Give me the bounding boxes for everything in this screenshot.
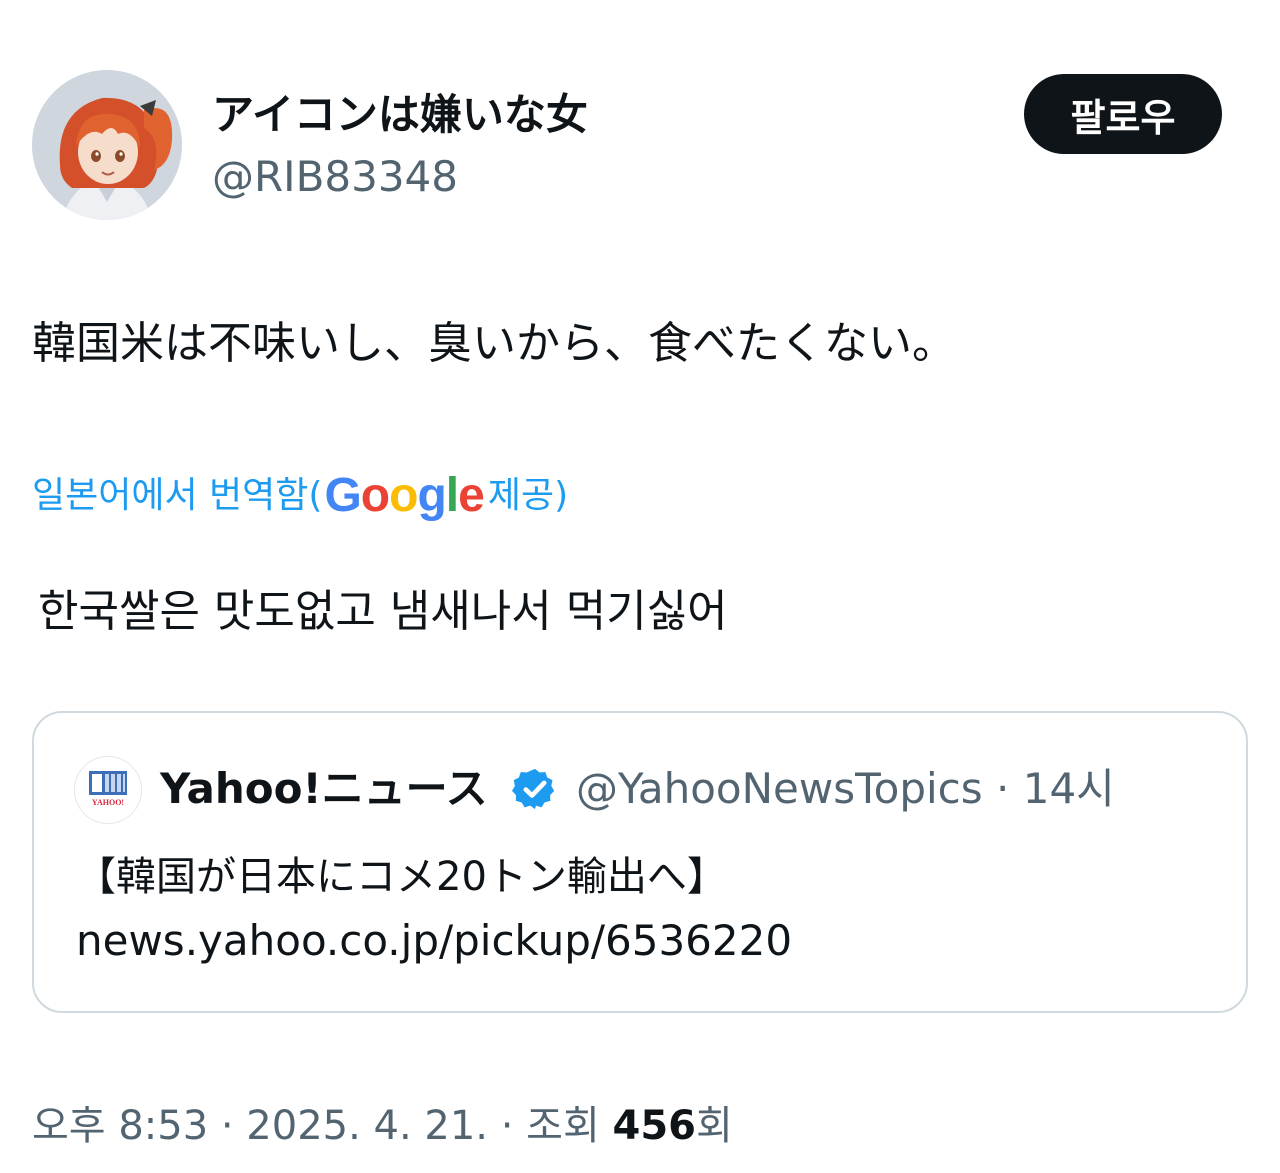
quoted-tweet-link[interactable]: news.yahoo.co.jp/pickup/6536220 (76, 912, 792, 970)
translated-text: 한국쌀은 맛도없고 냄새나서 먹기싫어 (38, 586, 728, 637)
tweet-time[interactable]: 오후 8:53 (32, 1103, 208, 1149)
footer-separator: · (500, 1103, 514, 1149)
views-suffix: 회 (696, 1103, 733, 1149)
meta-separator: · (996, 764, 1010, 813)
quoted-tweet-meta: @YahooNewsTopics · 14시 (576, 762, 1115, 816)
google-logo-letter: g (417, 469, 446, 522)
yahoo-avatar-text: YAHOO! (92, 798, 124, 807)
anime-character-avatar-icon (32, 70, 182, 220)
tweet-date[interactable]: 2025. 4. 21. (246, 1103, 488, 1149)
footer-separator: · (220, 1103, 234, 1149)
quoted-tweet-name[interactable]: Yahoo!ニュース (160, 762, 488, 816)
google-logo: Google (324, 468, 485, 524)
verified-badge-icon (512, 768, 555, 810)
author-display-name[interactable]: アイコンは嫌いな女 (212, 88, 588, 142)
yahoo-news-icon: YAHOO! (75, 757, 141, 823)
google-logo-letter: o (360, 469, 390, 522)
quoted-tweet-time[interactable]: 14시 (1023, 764, 1115, 813)
translation-suffix: 제공) (487, 475, 569, 516)
views-count[interactable]: 456 (613, 1103, 697, 1149)
follow-button[interactable]: 팔로우 (1024, 74, 1222, 154)
quoted-tweet-handle[interactable]: @YahooNewsTopics (576, 764, 983, 813)
google-logo-letter: G (324, 469, 361, 522)
views-label: 조회 (526, 1103, 600, 1149)
author-handle[interactable]: @RIB83348 (212, 150, 458, 204)
translation-attribution[interactable]: 일본어에서 번역함( Google 제공) (32, 468, 568, 524)
google-logo-letter: l (445, 469, 459, 522)
tweet-footer: 오후 8:53 · 2025. 4. 21. · 조회 456회 (32, 1097, 733, 1155)
author-avatar[interactable] (32, 70, 182, 220)
quoted-tweet-avatar[interactable]: YAHOO! (74, 756, 142, 824)
google-logo-letter: o (389, 469, 418, 522)
translation-prefix: 일본어에서 번역함( (32, 475, 323, 516)
google-logo-letter: e (458, 469, 485, 522)
tweet-text: 韓国米は不味いし、臭いから、食べたくない。 (32, 318, 956, 369)
quoted-tweet-title: 【韓国が日本にコメ20トン輸出へ】 (76, 854, 727, 900)
